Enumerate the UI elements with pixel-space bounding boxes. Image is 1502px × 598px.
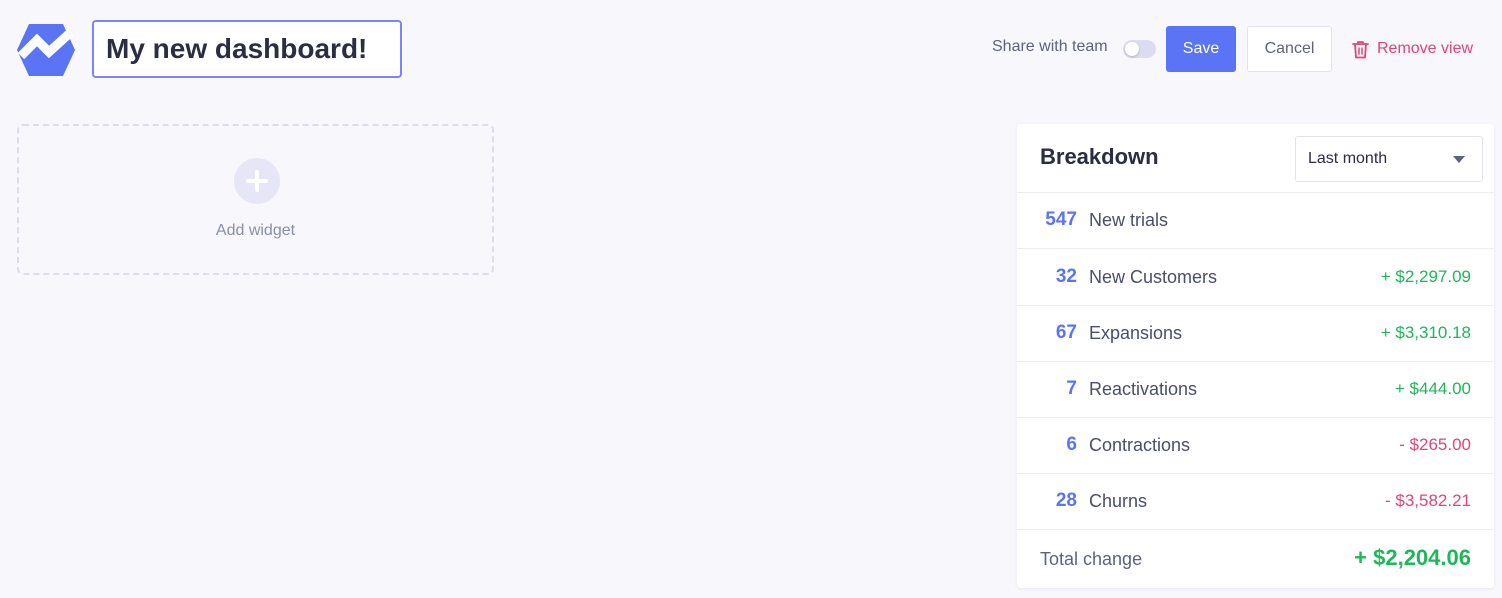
row-label: Contractions bbox=[1089, 435, 1191, 455]
cancel-button[interactable]: Cancel bbox=[1247, 26, 1332, 72]
row-count: 7 bbox=[1066, 378, 1077, 399]
row-count: 28 bbox=[1055, 490, 1077, 511]
add-widget-tile[interactable]: Add widget bbox=[17, 124, 494, 275]
row-amount: + $2,297.09 bbox=[1380, 267, 1471, 286]
remove-view-button[interactable]: Remove view bbox=[1352, 26, 1482, 72]
breakdown-title: Breakdown bbox=[1040, 144, 1159, 169]
breakdown-row-reactivations: 7 Reactivations + $444.00 bbox=[1017, 362, 1494, 418]
add-widget-circle bbox=[234, 158, 280, 204]
share-with-team-label: Share with team bbox=[992, 38, 1108, 55]
remove-view-label: Remove view bbox=[1377, 40, 1474, 57]
plus-icon bbox=[246, 170, 268, 192]
row-label: Reactivations bbox=[1089, 379, 1198, 399]
total-change-amount: + $2,204.06 bbox=[1354, 545, 1471, 570]
period-select[interactable]: Last month bbox=[1295, 136, 1483, 182]
dashboard-title-input[interactable] bbox=[92, 20, 402, 78]
row-count: 32 bbox=[1055, 266, 1077, 287]
row-count: 67 bbox=[1055, 322, 1077, 343]
baremetrics-logo-icon bbox=[15, 22, 77, 78]
caret-down-icon bbox=[1453, 156, 1465, 163]
breakdown-row-churns: 28 Churns - $3,582.21 bbox=[1017, 474, 1494, 530]
breakdown-total-row: Total change + $2,204.06 bbox=[1017, 531, 1494, 588]
row-label: New trials bbox=[1089, 210, 1169, 230]
save-button[interactable]: Save bbox=[1166, 26, 1236, 72]
row-count: 547 bbox=[1045, 209, 1077, 230]
row-amount: + $3,310.18 bbox=[1380, 323, 1471, 342]
toggle-knob bbox=[1125, 42, 1139, 56]
trash-icon bbox=[1352, 40, 1369, 58]
share-with-team-toggle[interactable] bbox=[1123, 40, 1156, 58]
row-amount: - $3,582.21 bbox=[1384, 491, 1471, 510]
row-amount: + $444.00 bbox=[1394, 379, 1471, 398]
row-amount: - $265.00 bbox=[1399, 435, 1471, 454]
breakdown-header: Breakdown Last month bbox=[1017, 124, 1494, 193]
row-count: 6 bbox=[1066, 434, 1077, 455]
breakdown-row-contractions: 6 Contractions - $265.00 bbox=[1017, 418, 1494, 474]
add-widget-label: Add widget bbox=[215, 222, 296, 239]
breakdown-row-expansions: 67 Expansions + $3,310.18 bbox=[1017, 306, 1494, 362]
row-label: Churns bbox=[1089, 491, 1148, 511]
breakdown-row-new-trials: 547 New trials bbox=[1017, 193, 1494, 249]
breakdown-row-new-customers: 32 New Customers + $2,297.09 bbox=[1017, 250, 1494, 306]
total-change-label: Total change bbox=[1040, 549, 1143, 569]
row-label: Expansions bbox=[1089, 323, 1183, 343]
period-select-value: Last month bbox=[1308, 150, 1388, 167]
breakdown-card: Breakdown Last month 547 New trials 32 N… bbox=[1017, 124, 1494, 588]
row-label: New Customers bbox=[1089, 267, 1218, 287]
